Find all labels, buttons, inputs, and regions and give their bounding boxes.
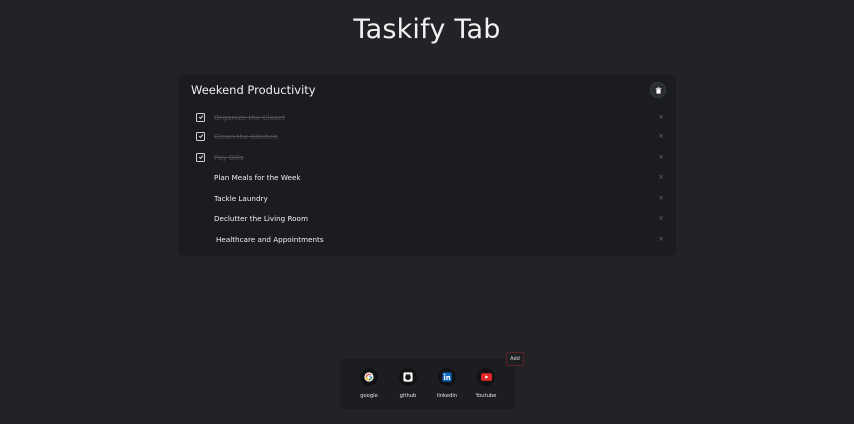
task-checkbox[interactable] (196, 214, 205, 223)
trash-icon (655, 86, 661, 94)
remove-task-button[interactable]: × (658, 113, 664, 121)
shortcut-google[interactable]: google (354, 368, 384, 408)
task-checkbox[interactable] (196, 152, 205, 162)
remove-task-button[interactable]: × (658, 214, 664, 222)
task-item[interactable]: Clean the Kitchen × (194, 129, 664, 143)
delete-list-button[interactable] (650, 82, 666, 98)
remove-task-button[interactable]: × (658, 194, 664, 202)
shortcut-label: Youtube (475, 393, 497, 399)
add-shortcut-button[interactable]: Add (506, 352, 524, 366)
google-icon (364, 372, 374, 382)
task-item[interactable]: Healthcare and Appointments × (194, 232, 664, 246)
task-label: Organize the Closet (214, 112, 285, 122)
page-title: Taskify Tab (353, 14, 501, 45)
task-label: Healthcare and Appointments (216, 234, 324, 244)
shortcut-label: github (399, 393, 417, 399)
checkmark-icon (198, 134, 203, 139)
task-label: Clean the Kitchen (214, 131, 278, 141)
remove-task-button[interactable]: × (658, 153, 664, 161)
task-checkbox[interactable] (196, 235, 205, 244)
shortcut-label: linkedin (436, 393, 458, 399)
task-item[interactable]: Tackle Laundry × (194, 191, 664, 205)
task-label: Tackle Laundry (214, 193, 268, 203)
task-label: Pay Bills (214, 152, 244, 162)
shortcut-label: google (360, 393, 378, 399)
linkedin-icon (442, 372, 452, 382)
checkmark-icon (198, 155, 203, 160)
task-item[interactable]: Organize the Closet × (194, 110, 664, 124)
task-checkbox[interactable] (196, 112, 205, 122)
task-label: Plan Meals for the Week (214, 172, 301, 182)
task-checkbox[interactable] (196, 194, 205, 203)
github-icon (403, 372, 413, 382)
remove-task-button[interactable]: × (658, 235, 664, 243)
taskify-app: Taskify Tab Weekend Productivity Organiz… (0, 0, 854, 424)
task-label: Declutter the Living Room (214, 213, 308, 223)
task-checkbox[interactable] (196, 131, 205, 141)
task-item[interactable]: Plan Meals for the Week × (194, 170, 664, 184)
task-item[interactable]: Declutter the Living Room × (194, 211, 664, 225)
task-list-card: Weekend Productivity Organize the Closet… (178, 74, 676, 256)
shortcut-youtube[interactable]: Youtube (471, 368, 501, 408)
shortcut-linkedin[interactable]: linkedin (432, 368, 462, 408)
task-item[interactable]: Pay Bills × (194, 150, 664, 164)
remove-task-button[interactable]: × (658, 173, 664, 181)
remove-task-button[interactable]: × (658, 132, 664, 140)
youtube-icon (480, 373, 492, 381)
shortcuts-dock: google github linkedin Youtube (340, 359, 515, 409)
task-list-title: Weekend Productivity (191, 83, 316, 97)
shortcut-github[interactable]: github (393, 368, 423, 408)
checkmark-icon (198, 115, 203, 120)
task-checkbox[interactable] (196, 173, 205, 182)
